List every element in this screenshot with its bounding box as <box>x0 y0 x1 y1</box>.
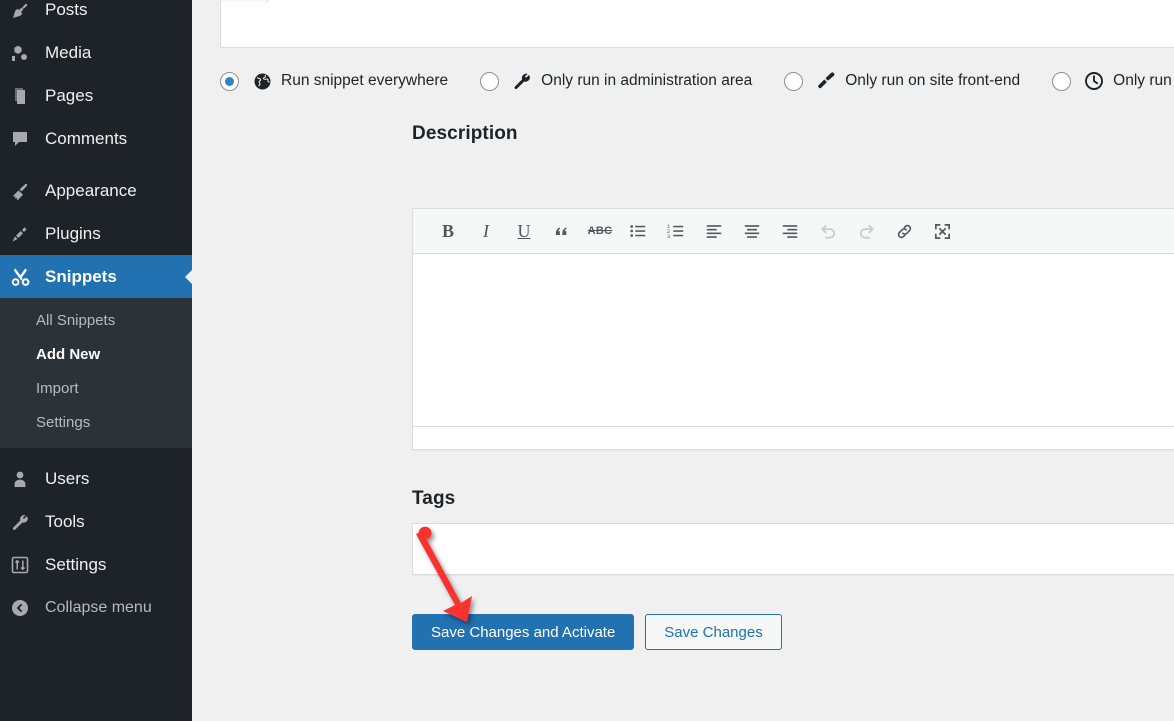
redo-icon[interactable] <box>847 212 885 250</box>
submenu-item-label: All Snippets <box>36 312 116 329</box>
scope-option-everywhere[interactable]: Run snippet everywhere <box>220 70 448 92</box>
italic-label: I <box>483 220 489 241</box>
code-line: 32 add_action( 'template_redirect', 'qua… <box>221 0 1174 2</box>
sidebar-item-users[interactable]: Users <box>0 457 192 500</box>
bold-icon[interactable]: B <box>429 212 467 250</box>
clock-icon <box>1083 70 1105 92</box>
description-textarea[interactable] <box>413 254 1174 426</box>
sidebar-item-label: Tools <box>45 511 85 531</box>
underline-label: U <box>517 220 531 241</box>
editor-toolbar: B I U ABC 123 <box>413 209 1174 254</box>
code-line-number: 32 <box>221 0 268 2</box>
description-editor: B I U ABC 123 <box>412 208 1174 450</box>
brush-icon <box>815 70 837 92</box>
submenu-item-label: Add New <box>36 346 101 363</box>
submenu-item-all-snippets[interactable]: All Snippets <box>0 304 192 338</box>
scope-radio-admin[interactable] <box>480 71 500 91</box>
submenu-item-label: Settings <box>36 414 91 431</box>
submenu-item-add-new[interactable]: Add New <box>0 338 192 372</box>
tags-input[interactable] <box>412 523 1174 575</box>
sidebar-item-appearance[interactable]: Appearance <box>0 169 192 212</box>
sidebar-item-media[interactable]: Media <box>0 31 192 74</box>
sidebar-item-label: Pages <box>45 85 94 105</box>
wrench-icon <box>511 70 533 92</box>
sidebar-item-label: Appearance <box>45 180 137 200</box>
scissors-icon <box>10 266 40 288</box>
sidebar-collapse-label: Collapse menu <box>45 598 152 616</box>
scope-label: Only run on site front-end <box>845 72 1021 89</box>
scope-label: Run snippet everywhere <box>281 72 449 89</box>
submenu-item-label: Import <box>36 380 79 397</box>
sidebar-item-label: Posts <box>45 0 88 19</box>
sidebar-item-snippets[interactable]: Snippets <box>0 255 193 298</box>
sidebar-item-settings[interactable]: Settings <box>0 543 192 586</box>
sidebar-item-label: Users <box>45 468 90 488</box>
scope-label: Only run <box>1113 72 1172 89</box>
tags-heading: Tags <box>412 488 456 509</box>
collapse-icon <box>10 597 40 619</box>
strikethrough-label: ABC <box>587 225 613 237</box>
align-right-icon[interactable] <box>771 212 809 250</box>
scope-radio-once[interactable] <box>1052 71 1072 91</box>
sidebar-item-comments[interactable]: Comments <box>0 117 192 160</box>
sidebar-divider-2 <box>0 448 192 457</box>
align-left-icon[interactable] <box>695 212 733 250</box>
globe-icon <box>251 70 273 92</box>
submenu-item-settings[interactable]: Settings <box>0 406 192 440</box>
pin-icon <box>10 0 40 21</box>
media-icon <box>10 42 40 64</box>
comments-icon <box>10 128 40 150</box>
wordpress-admin-screen: Posts Media Pages Comments Appearance Pl… <box>0 0 1174 721</box>
sidebar-item-plugins[interactable]: Plugins <box>0 212 192 255</box>
user-icon <box>10 468 40 490</box>
save-and-activate-button[interactable]: Save Changes and Activate <box>412 614 635 650</box>
scope-option-admin[interactable]: Only run in administration area <box>480 70 752 92</box>
snippet-scope-options: Run snippet everywhere Only run in admin… <box>220 66 1174 96</box>
sliders-icon <box>10 554 40 576</box>
pages-icon <box>10 85 40 107</box>
sidebar-item-tools[interactable]: Tools <box>0 500 192 543</box>
blockquote-icon[interactable] <box>543 212 581 250</box>
sidebar-item-label: Snippets <box>45 266 117 286</box>
scope-option-once[interactable]: Only run <box>1052 70 1172 92</box>
submenu-item-import[interactable]: Import <box>0 372 192 406</box>
snippets-submenu: All Snippets Add New Import Settings <box>0 298 192 448</box>
fullscreen-icon[interactable] <box>923 212 961 250</box>
form-actions: Save Changes and Activate Save Changes <box>412 614 782 650</box>
sidebar-item-label: Settings <box>45 554 107 574</box>
scope-option-frontend[interactable]: Only run on site front-end <box>784 70 1020 92</box>
brush-icon <box>10 180 40 202</box>
sidebar-item-label: Media <box>45 42 92 62</box>
wrench-icon <box>10 511 40 533</box>
link-icon[interactable] <box>885 212 923 250</box>
main-content: 31 } 32 add_action( 'template_redirect',… <box>192 0 1174 721</box>
svg-text:3: 3 <box>667 234 670 240</box>
description-heading: Description <box>412 123 518 144</box>
scope-radio-everywhere[interactable] <box>220 71 239 91</box>
underline-icon[interactable]: U <box>505 212 543 250</box>
sidebar-item-label: Comments <box>45 128 128 148</box>
sidebar-collapse-menu[interactable]: Collapse menu <box>0 586 192 629</box>
align-center-icon[interactable] <box>733 212 771 250</box>
save-changes-button[interactable]: Save Changes <box>645 614 782 650</box>
scope-radio-frontend[interactable] <box>784 71 804 91</box>
code-editor[interactable]: 31 } 32 add_action( 'template_redirect',… <box>220 0 1174 48</box>
numbered-list-icon[interactable]: 123 <box>657 212 695 250</box>
bullet-list-icon[interactable] <box>619 212 657 250</box>
undo-icon[interactable] <box>809 212 847 250</box>
scope-label: Only run in administration area <box>541 72 753 89</box>
editor-statusbar <box>413 426 1174 449</box>
italic-icon[interactable]: I <box>467 212 505 250</box>
strikethrough-icon[interactable]: ABC <box>581 212 619 250</box>
bold-label: B <box>441 220 454 241</box>
admin-sidebar: Posts Media Pages Comments Appearance Pl… <box>0 0 193 721</box>
sidebar-item-posts[interactable]: Posts <box>0 0 192 31</box>
plugin-icon <box>10 223 40 245</box>
sidebar-divider-1 <box>0 160 192 169</box>
sidebar-item-label: Plugins <box>45 223 101 243</box>
sidebar-item-pages[interactable]: Pages <box>0 74 192 117</box>
